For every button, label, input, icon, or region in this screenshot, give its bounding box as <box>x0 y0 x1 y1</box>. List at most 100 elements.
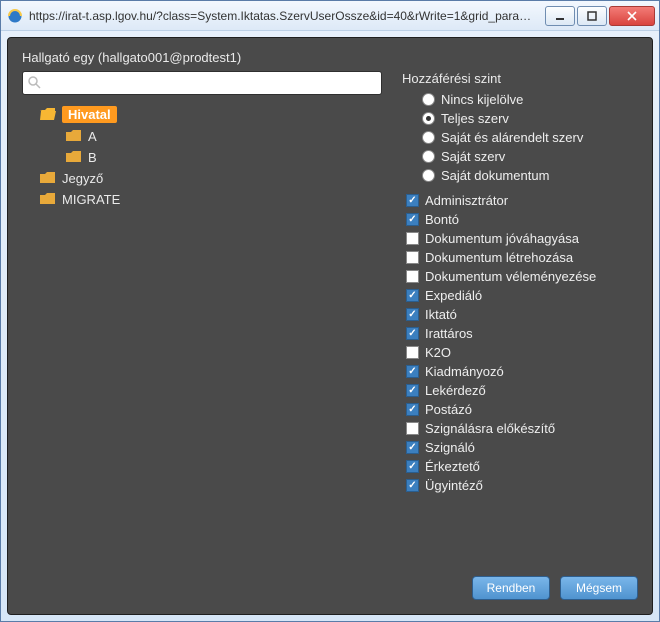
role-option-label: Irattáros <box>425 326 473 341</box>
org-tree: Hivatal AB Jegyző MIGRATE <box>22 103 382 210</box>
role-option[interactable]: Szignáló <box>402 438 638 457</box>
role-option[interactable]: Érkeztető <box>402 457 638 476</box>
tree-item[interactable]: MIGRATE <box>22 189 382 210</box>
left-column: Hivatal AB Jegyző MIGRATE <box>22 71 382 566</box>
tree-item[interactable]: B <box>22 147 382 168</box>
role-option-label: Ügyintéző <box>425 478 483 493</box>
user-label: Hallgató egy (hallgato001@prodtest1) <box>22 50 638 65</box>
role-option[interactable]: Expediáló <box>402 286 638 305</box>
role-option[interactable]: Dokumentum jóváhagyása <box>402 229 638 248</box>
role-option[interactable]: Iktató <box>402 305 638 324</box>
search-input[interactable] <box>22 71 382 95</box>
role-option-label: Bontó <box>425 212 459 227</box>
access-option-label: Saját szerv <box>441 149 505 164</box>
checkbox-icon <box>406 194 419 207</box>
role-option-label: Lekérdező <box>425 383 486 398</box>
checkbox-icon <box>406 232 419 245</box>
role-option[interactable]: Ügyintéző <box>402 476 638 495</box>
access-option[interactable]: Teljes szerv <box>402 109 638 128</box>
access-option-label: Saját és alárendelt szerv <box>441 130 583 145</box>
checkbox-icon <box>406 479 419 492</box>
role-option-label: Adminisztrátor <box>425 193 508 208</box>
checkbox-icon <box>406 270 419 283</box>
access-level-title: Hozzáférési szint <box>402 71 638 86</box>
role-option[interactable]: Irattáros <box>402 324 638 343</box>
dialog-footer: Rendben Mégsem <box>22 576 638 600</box>
access-option-label: Teljes szerv <box>441 111 509 126</box>
role-option[interactable]: Kiadmányozó <box>402 362 638 381</box>
checkbox-icon <box>406 308 419 321</box>
role-option-label: Szignálásra előkészítő <box>425 421 555 436</box>
tree-item[interactable]: Hivatal <box>22 103 382 126</box>
folder-closed-icon <box>66 151 82 164</box>
tree-item-label: A <box>88 129 97 144</box>
role-option[interactable]: Szignálásra előkészítő <box>402 419 638 438</box>
access-option[interactable]: Saját szerv <box>402 147 638 166</box>
tree-item-label: MIGRATE <box>62 192 120 207</box>
tree-item-label: B <box>88 150 97 165</box>
role-option-label: Dokumentum jóváhagyása <box>425 231 579 246</box>
role-option-label: Postázó <box>425 402 472 417</box>
access-option[interactable]: Saját dokumentum <box>402 166 638 185</box>
tree-item-label: Jegyző <box>62 171 103 186</box>
radio-icon <box>422 169 435 182</box>
access-option-label: Saját dokumentum <box>441 168 549 183</box>
folder-closed-icon <box>40 172 56 185</box>
role-option-label: Érkeztető <box>425 459 480 474</box>
role-option[interactable]: Bontó <box>402 210 638 229</box>
role-option[interactable]: Dokumentum véleményezése <box>402 267 638 286</box>
checkbox-icon <box>406 460 419 473</box>
maximize-button[interactable] <box>577 6 607 26</box>
checkbox-icon <box>406 403 419 416</box>
ie-icon <box>7 8 23 24</box>
role-option[interactable]: Dokumentum létrehozása <box>402 248 638 267</box>
role-checkboxes: Adminisztrátor Bontó Dokumentum jóváhagyás… <box>402 191 638 495</box>
cancel-button[interactable]: Mégsem <box>560 576 638 600</box>
search-icon <box>27 75 41 89</box>
role-option-label: Dokumentum létrehozása <box>425 250 573 265</box>
window-frame: https://irat-t.asp.lgov.hu/?class=System… <box>0 0 660 622</box>
ok-button[interactable]: Rendben <box>472 576 550 600</box>
role-option-label: Dokumentum véleményezése <box>425 269 596 284</box>
radio-icon <box>422 112 435 125</box>
access-option[interactable]: Nincs kijelölve <box>402 90 638 109</box>
role-option[interactable]: Lekérdező <box>402 381 638 400</box>
tree-item-label: Hivatal <box>62 106 117 123</box>
role-option-label: Kiadmányozó <box>425 364 504 379</box>
search-wrap <box>22 71 382 95</box>
titlebar: https://irat-t.asp.lgov.hu/?class=System… <box>1 1 659 31</box>
role-option[interactable]: K2O <box>402 343 638 362</box>
checkbox-icon <box>406 346 419 359</box>
radio-icon <box>422 131 435 144</box>
right-column: Hozzáférési szint Nincs kijelölve Teljes … <box>402 71 638 566</box>
radio-icon <box>422 93 435 106</box>
folder-open-icon <box>40 108 56 121</box>
window-buttons <box>545 6 655 26</box>
dialog-body: Hallgató egy (hallgato001@prodtest1) Hiv… <box>7 37 653 615</box>
address-bar-url: https://irat-t.asp.lgov.hu/?class=System… <box>29 9 539 23</box>
checkbox-icon <box>406 251 419 264</box>
role-option-label: Expediáló <box>425 288 482 303</box>
folder-closed-icon <box>66 130 82 143</box>
checkbox-icon <box>406 384 419 397</box>
role-option-label: Szignáló <box>425 440 475 455</box>
tree-item[interactable]: A <box>22 126 382 147</box>
minimize-button[interactable] <box>545 6 575 26</box>
access-option-label: Nincs kijelölve <box>441 92 523 107</box>
checkbox-icon <box>406 289 419 302</box>
checkbox-icon <box>406 422 419 435</box>
folder-closed-icon <box>40 193 56 206</box>
access-level-options: Nincs kijelölve Teljes szerv Saját és alár… <box>402 90 638 185</box>
role-option-label: Iktató <box>425 307 457 322</box>
checkbox-icon <box>406 441 419 454</box>
close-button[interactable] <box>609 6 655 26</box>
role-option[interactable]: Adminisztrátor <box>402 191 638 210</box>
access-option[interactable]: Saját és alárendelt szerv <box>402 128 638 147</box>
checkbox-icon <box>406 213 419 226</box>
tree-item[interactable]: Jegyző <box>22 168 382 189</box>
radio-icon <box>422 150 435 163</box>
role-option[interactable]: Postázó <box>402 400 638 419</box>
checkbox-icon <box>406 365 419 378</box>
role-option-label: K2O <box>425 345 451 360</box>
checkbox-icon <box>406 327 419 340</box>
